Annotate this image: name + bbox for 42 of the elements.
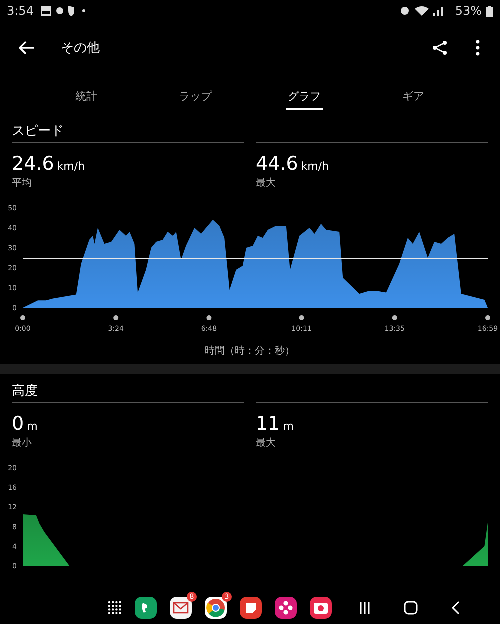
x-tick-dot [299, 316, 304, 320]
battery-percent: 53% [455, 4, 482, 18]
stat-unit: m [283, 420, 294, 433]
x-axis-title: 時間（時：分：秒） [204, 344, 296, 358]
stat-unit: km/h [57, 160, 86, 173]
app-grid-icon[interactable] [108, 601, 122, 615]
stat-value: 0 [12, 413, 24, 435]
x-tick-dot [486, 316, 490, 320]
tab[interactable]: 統計 [74, 74, 100, 110]
battery-icon [486, 6, 493, 16]
x-tick-dot [20, 316, 26, 320]
stat-label: 最小 [12, 436, 32, 450]
app-icon[interactable] [240, 597, 262, 619]
app-icon[interactable] [310, 597, 332, 619]
stat-value: 24.6 [12, 153, 54, 175]
stat-value: 11 [256, 413, 280, 435]
app-icon[interactable] [170, 597, 192, 619]
section-title: スピード [11, 123, 65, 141]
x-tick-dot [392, 316, 398, 320]
stat-label: 最大 [256, 176, 276, 190]
section-title: 高度 [11, 383, 39, 401]
stat-unit: m [27, 420, 38, 433]
stat-label: 最大 [256, 436, 276, 450]
share-icon[interactable] [432, 40, 448, 56]
page-title: その他 [61, 40, 100, 57]
x-tick-dot [114, 316, 119, 320]
stat-label: 平均 [12, 177, 32, 190]
stat-value: 44.6 [256, 153, 298, 175]
app-icon[interactable] [275, 597, 297, 619]
tab[interactable]: グラフ [286, 74, 323, 110]
app-icon[interactable] [205, 597, 227, 619]
tab[interactable]: ギア [400, 74, 426, 110]
back-icon[interactable] [19, 41, 35, 55]
home-icon[interactable] [404, 601, 418, 615]
tab[interactable]: ラップ [177, 74, 214, 110]
x-tick-dot [206, 316, 212, 320]
more-icon[interactable] [476, 40, 480, 56]
app-icon[interactable] [135, 597, 157, 619]
back-nav-icon[interactable] [451, 601, 460, 615]
clock: 3:54 [7, 4, 34, 18]
recents-icon[interactable] [359, 601, 371, 615]
stat-unit: km/h [301, 160, 330, 173]
